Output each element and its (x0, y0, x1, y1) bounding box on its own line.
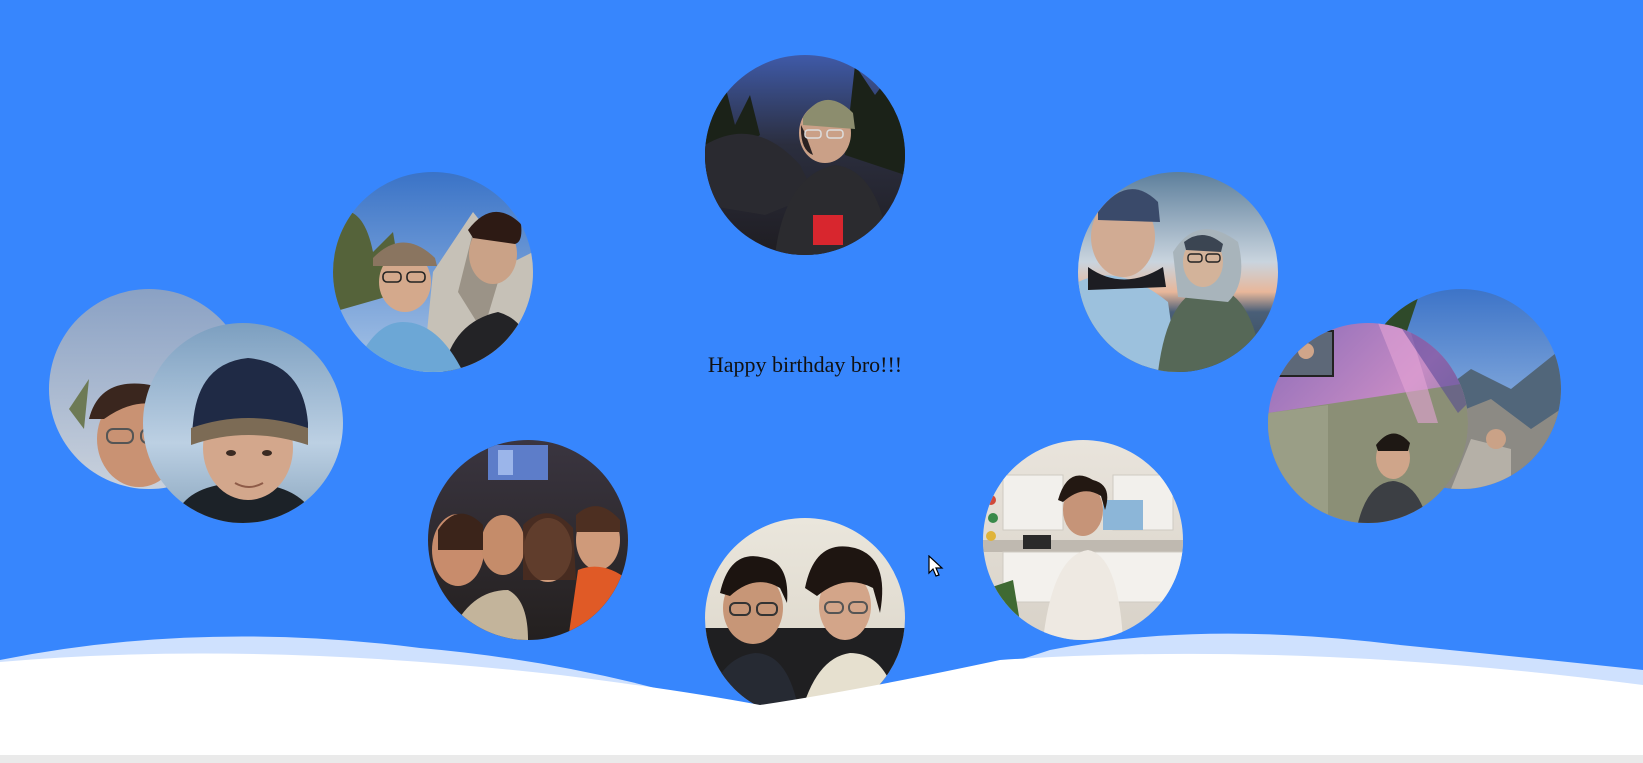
photo-bottom-center[interactable] (705, 518, 905, 718)
photo-lower-right[interactable] (983, 440, 1183, 640)
mouse-cursor-icon (928, 555, 944, 577)
birthday-stage: Happy birthday bro!!! (0, 0, 1643, 763)
photo-upper-left[interactable] (333, 172, 533, 372)
photo-lower-left[interactable] (428, 440, 628, 640)
bottom-strip (0, 755, 1643, 763)
photo-upper-right[interactable] (1078, 172, 1278, 372)
birthday-greeting: Happy birthday bro!!! (707, 352, 903, 377)
photo-top-center[interactable] (705, 55, 905, 255)
